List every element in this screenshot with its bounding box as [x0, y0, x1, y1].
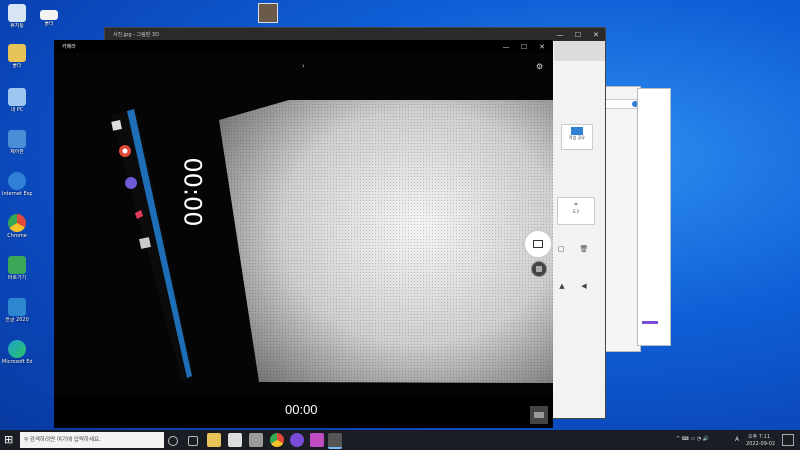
- app-green-icon[interactable]: 바로가기: [2, 256, 32, 281]
- photo-mode-button[interactable]: [531, 261, 547, 277]
- recording-timer: 00:00: [285, 402, 318, 417]
- share-label: 작업 공유: [569, 135, 585, 140]
- chrome-taskbar-icon[interactable]: [270, 433, 284, 447]
- tools-button[interactable]: ⌗ 도구: [557, 197, 595, 225]
- clock-date[interactable]: 2022-09-02: [746, 441, 775, 447]
- arrow-icon[interactable]: ◀: [577, 282, 591, 294]
- paint3d-title: 사진.jpg - 그림판 3D: [113, 32, 159, 38]
- camera-taskbar-icon[interactable]: [328, 433, 342, 449]
- minimize-button[interactable]: —: [497, 40, 515, 53]
- camera-viewfinder: [54, 53, 553, 397]
- search-input[interactable]: ⚲ 검색하려면 여기에 입력하세요.: [20, 432, 164, 448]
- background-window-2[interactable]: [637, 88, 671, 346]
- app-taskbar-icon[interactable]: [290, 433, 304, 447]
- copy-icon[interactable]: ▢: [554, 245, 568, 257]
- share-icon: [571, 127, 583, 135]
- desktop-icon-label: 내 PC: [10, 107, 24, 113]
- notification-icon[interactable]: [782, 434, 794, 446]
- paint3d-taskbar-icon[interactable]: [310, 433, 324, 447]
- clock-time[interactable]: 오후 7:11: [748, 433, 770, 440]
- desktop-icon-label: Chrome: [7, 233, 27, 239]
- share-button[interactable]: 작업 공유: [561, 124, 593, 150]
- desktop-icon-label: 휴지통: [10, 23, 24, 29]
- desktop-icon-label: 폴더: [44, 21, 54, 27]
- video-camera-icon: [533, 240, 543, 248]
- triangle-icon[interactable]: ▲: [555, 282, 569, 294]
- camera-title: 카메라: [62, 44, 76, 50]
- maximize-button[interactable]: ☐: [569, 28, 587, 41]
- camera-window[interactable]: 카메라 — ☐ ✕ 00:00 › ⚙ 00:00: [54, 40, 553, 428]
- tools-icon: ⌗: [574, 201, 578, 208]
- camera-mode-icon: [536, 266, 542, 272]
- folder-icon[interactable]: 폴더: [34, 6, 64, 27]
- internet-explorer-icon[interactable]: Internet Explorer: [2, 172, 32, 197]
- chrome-icon[interactable]: Chrome: [2, 214, 32, 239]
- language-indicator[interactable]: A: [735, 436, 739, 443]
- camera-titlebar[interactable]: 카메라 — ☐ ✕: [54, 40, 553, 53]
- recycle-bin-icon[interactable]: 휴지통: [2, 4, 32, 29]
- close-button[interactable]: ✕: [533, 40, 551, 53]
- image-icon: [534, 412, 544, 418]
- maximize-button[interactable]: ☐: [515, 40, 533, 53]
- flip-icon[interactable]: ›: [302, 62, 305, 70]
- minimize-button[interactable]: —: [551, 28, 569, 41]
- store-icon[interactable]: [228, 433, 242, 447]
- hangul-icon[interactable]: 한글 2020: [2, 298, 32, 323]
- start-button[interactable]: ⊞: [4, 433, 13, 446]
- tray-icons[interactable]: ^ ⌨ ▭ ◔ 🔊: [676, 436, 709, 442]
- desktop-icon-label: 폴더: [12, 63, 22, 69]
- this-pc-icon[interactable]: 내 PC: [2, 88, 32, 113]
- desktop-icon-label: 한글 2020: [5, 317, 29, 323]
- taskbar: ⊞ ⚲ 검색하려면 여기에 입력하세요. ^ ⌨ ▭ ◔ 🔊 A 오후 7:11…: [0, 430, 800, 450]
- close-button[interactable]: ✕: [587, 28, 605, 41]
- search-placeholder: 검색하려면 여기에 입력하세요.: [29, 437, 101, 443]
- background-window[interactable]: [601, 86, 641, 352]
- gallery-thumbnail[interactable]: [530, 406, 548, 424]
- edge-icon[interactable]: Microsoft Edge: [2, 340, 32, 365]
- tools-label: 도구: [572, 209, 580, 214]
- search-icon: ⚲: [24, 437, 29, 443]
- rotated-timer-text: 00:00: [178, 157, 207, 227]
- desktop-icon-label: 바로가기: [7, 275, 27, 281]
- task-view-icon[interactable]: [188, 436, 198, 446]
- desktop-icon-label: 제어판: [10, 149, 24, 155]
- file-explorer-icon[interactable]: [207, 433, 221, 447]
- trash-icon[interactable]: 🗑: [577, 245, 591, 257]
- cortana-icon[interactable]: [168, 436, 178, 446]
- folder-icon[interactable]: 폴더: [2, 44, 32, 69]
- user-photo-icon[interactable]: [258, 3, 278, 23]
- progress-accent: [642, 321, 658, 324]
- settings-icon[interactable]: ⚙: [536, 62, 543, 71]
- paint3d-toolbar: [554, 41, 605, 61]
- record-video-button[interactable]: [523, 229, 553, 259]
- mail-icon[interactable]: [249, 433, 263, 447]
- desktop-icon-label: Internet Explorer: [2, 191, 32, 197]
- desktop-icon-label: Microsoft Edge: [2, 359, 32, 365]
- control-panel-icon[interactable]: 제어판: [2, 130, 32, 155]
